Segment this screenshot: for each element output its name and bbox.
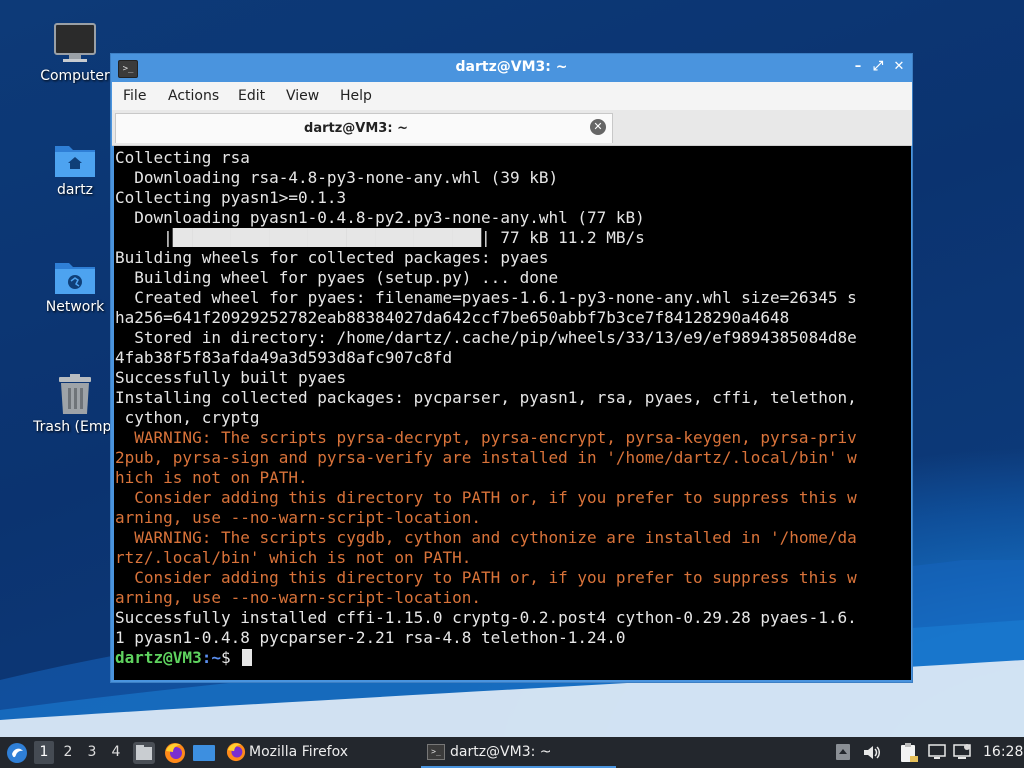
terminal-warning-line: Consider adding this directory to PATH o…: [115, 488, 857, 507]
network-folder-icon: [55, 263, 95, 294]
taskbar: 1 2 3 4 Mozilla Firefox >_ dartz@VM3: ~: [0, 737, 1024, 768]
terminal-icon: >_: [427, 744, 445, 760]
start-menu-icon[interactable]: [6, 742, 28, 764]
prompt-path: ~: [211, 648, 221, 667]
terminal-line: cython, cryptg: [115, 408, 260, 427]
tab-close-icon[interactable]: ✕: [590, 119, 606, 135]
clock[interactable]: 16:28: [983, 737, 1023, 768]
workspace-4[interactable]: 4: [106, 741, 126, 764]
terminal-cursor: [242, 649, 253, 666]
desktop-icon-computer[interactable]: Computer: [27, 22, 123, 84]
menu-bar: File Actions Edit View Help: [112, 82, 912, 110]
display-icon[interactable]: [928, 744, 946, 760]
notification-tray-icon[interactable]: [836, 744, 850, 760]
terminal-prompt[interactable]: dartz@VM3:~$: [115, 648, 857, 668]
minimize-button[interactable]: –: [849, 58, 867, 76]
task-terminal[interactable]: >_ dartz@VM3: ~: [421, 737, 616, 768]
terminal-lines: Collecting rsa Downloading rsa-4.8-py3-n…: [115, 148, 857, 668]
terminal-line: Created wheel for pyaes: filename=pyaes-…: [115, 288, 857, 307]
task-firefox[interactable]: Mozilla Firefox: [224, 737, 414, 768]
terminal-line: 1 pyasn1-0.4.8 pycparser-2.21 rsa-4.8 te…: [115, 628, 626, 647]
desktop-icon-label: Network: [45, 299, 105, 315]
desktop-icon-label: dartz: [56, 182, 94, 198]
workspace-3[interactable]: 3: [82, 741, 102, 764]
firefox-launcher-icon[interactable]: [164, 742, 186, 764]
terminal-output[interactable]: Collecting rsa Downloading rsa-4.8-py3-n…: [114, 146, 911, 680]
computer-icon: [54, 23, 96, 62]
network-status-icon[interactable]: [953, 743, 971, 761]
prompt-user: dartz@VM3: [115, 648, 202, 667]
show-desktop-icon[interactable]: [193, 743, 215, 763]
terminal-line: Building wheels for collected packages: …: [115, 248, 549, 267]
firefox-icon: [226, 742, 246, 762]
terminal-line: Downloading pyasn1-0.4.8-py2.py3-none-an…: [115, 208, 645, 227]
menu-help[interactable]: Help: [340, 88, 372, 104]
menu-file[interactable]: File: [123, 88, 146, 104]
window-titlebar[interactable]: >_ dartz@VM3: ~ – ⤢ ✕: [111, 54, 912, 82]
terminal-warning-line: Consider adding this directory to PATH o…: [115, 568, 857, 587]
terminal-warning-line: hich is not on PATH.: [115, 468, 308, 487]
task-label: dartz@VM3: ~: [450, 744, 552, 760]
terminal-line: |████████████████████████████████| 77 kB…: [115, 228, 645, 247]
volume-icon[interactable]: [863, 744, 881, 761]
terminal-warning-line: rtz/.local/bin' which is not on PATH.: [115, 548, 472, 567]
home-folder-icon: [55, 146, 95, 177]
terminal-line: 4fab38f5f83afda49a3d593d8afc907c8fd: [115, 348, 453, 367]
prompt-separator: :: [201, 648, 212, 667]
menu-edit[interactable]: Edit: [238, 88, 265, 104]
terminal-line: Collecting rsa: [115, 148, 250, 167]
terminal-line: ha256=641f20929252782eab88384027da642ccf…: [115, 308, 790, 327]
menu-view[interactable]: View: [286, 88, 319, 104]
window-title: dartz@VM3: ~: [455, 59, 568, 75]
terminal-line: Installing collected packages: pycparser…: [115, 388, 857, 407]
desktop-icon-network[interactable]: Network: [27, 257, 123, 315]
workspace-1[interactable]: 1: [34, 741, 54, 764]
workspace-2[interactable]: 2: [58, 741, 78, 764]
task-label: Mozilla Firefox: [249, 744, 349, 760]
desktop-icon-trash[interactable]: Trash (Empt: [27, 373, 123, 435]
file-manager-icon[interactable]: [133, 742, 155, 764]
terminal-warning-line: 2pub, pyrsa-sign and pyrsa-verify are in…: [115, 448, 857, 467]
terminal-line: Downloading rsa-4.8-py3-none-any.whl (39…: [115, 168, 559, 187]
terminal-line: Building wheel for pyaes (setup.py) ... …: [115, 268, 559, 287]
desktop-icon-label: Trash (Empt: [33, 419, 117, 435]
terminal-warning-line: arning, use --no-warn-script-location.: [115, 588, 482, 607]
tab-terminal[interactable]: dartz@VM3: ~ ✕: [115, 113, 613, 143]
terminal-line: Stored in directory: /home/dartz/.cache/…: [115, 328, 857, 347]
tab-bar: dartz@VM3: ~ ✕: [112, 110, 912, 146]
menu-actions[interactable]: Actions: [168, 88, 219, 104]
terminal-line: Successfully built pyaes: [115, 368, 347, 387]
terminal-warning-line: WARNING: The scripts pyrsa-decrypt, pyrs…: [115, 428, 857, 447]
tab-title: dartz@VM3: ~: [304, 121, 408, 136]
terminal-warning-line: WARNING: The scripts cygdb, cython and c…: [115, 528, 857, 547]
desktop-icon-label: Computer: [40, 68, 110, 84]
trash-icon: [59, 374, 91, 414]
prompt-symbol: $: [220, 648, 241, 667]
desktop-icon-home[interactable]: dartz: [27, 140, 123, 198]
terminal-line: Successfully installed cffi-1.15.0 crypt…: [115, 608, 857, 627]
terminal-warning-line: arning, use --no-warn-script-location.: [115, 508, 482, 527]
clipboard-icon[interactable]: [900, 742, 918, 763]
maximize-button[interactable]: ⤢: [869, 58, 887, 76]
terminal-window: >_ dartz@VM3: ~ – ⤢ ✕ File Actions Edit …: [110, 53, 913, 683]
close-button[interactable]: ✕: [890, 58, 908, 76]
terminal-line: Collecting pyasn1>=0.1.3: [115, 188, 347, 207]
